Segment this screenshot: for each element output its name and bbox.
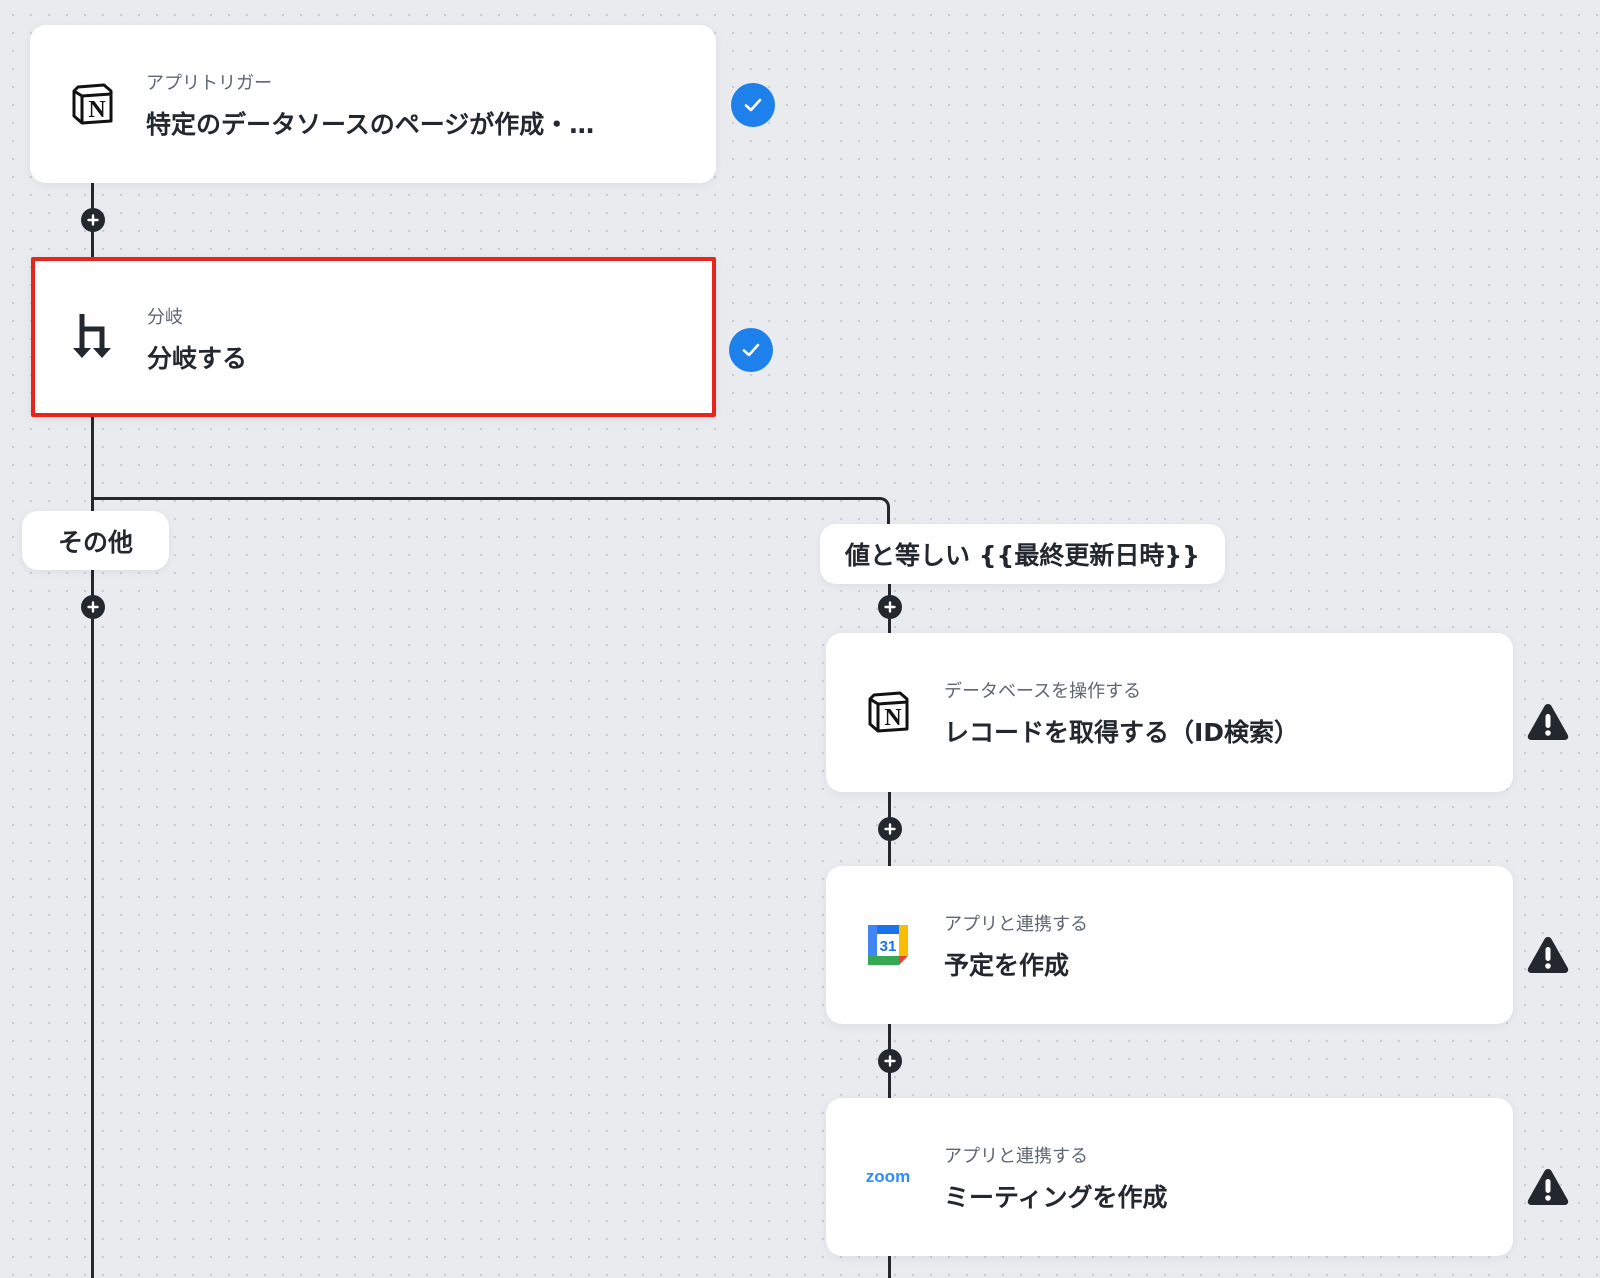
step-title: 予定を作成	[944, 951, 1070, 980]
connector-line	[888, 1254, 891, 1278]
add-step-button[interactable]	[878, 817, 902, 841]
trigger-complete-check	[731, 83, 775, 127]
branch-label-other[interactable]: その他	[22, 511, 169, 570]
step-title: レコードを取得する（ID検索）	[944, 718, 1300, 747]
add-step-button[interactable]	[878, 595, 902, 619]
add-step-button[interactable]	[81, 208, 105, 232]
add-step-button[interactable]	[81, 595, 105, 619]
step-title: ミーティングを作成	[944, 1183, 1168, 1212]
notion-icon: N	[860, 684, 916, 740]
google-calendar-icon: 31	[860, 917, 916, 973]
step-subtitle: アプリと連携する	[944, 1146, 1088, 1167]
zoom-icon: zoom	[860, 1149, 916, 1205]
calendar-icon-date: 31	[880, 938, 897, 955]
branch-icon	[66, 308, 122, 364]
step-card-create-event[interactable]: 31 アプリと連携する 予定を作成	[826, 866, 1513, 1024]
step-subtitle: データベースを操作する	[944, 681, 1142, 702]
branch-connector	[92, 497, 890, 527]
plus-icon	[884, 1055, 896, 1067]
trigger-title: 特定のデータソースのページが作成・…	[146, 110, 595, 139]
plus-icon	[87, 214, 99, 226]
branch-subtitle: 分岐	[147, 307, 183, 328]
step-subtitle: アプリと連携する	[944, 914, 1088, 935]
plus-icon	[884, 823, 896, 835]
warning-icon	[1527, 1169, 1569, 1205]
branch-step-card[interactable]: 分岐 分岐する	[31, 257, 716, 417]
check-icon	[742, 343, 760, 357]
warning-icon	[1527, 704, 1569, 740]
step-card-get-record[interactable]: N データベースを操作する レコードを取得する（ID検索）	[826, 633, 1513, 792]
branch-label-condition[interactable]: 値と等しい {{最終更新日時}}	[820, 524, 1225, 584]
check-icon	[744, 98, 762, 112]
warning-icon	[1527, 937, 1569, 973]
branch-title: 分岐する	[147, 344, 248, 373]
svg-text:N: N	[884, 705, 902, 731]
plus-icon	[884, 601, 896, 613]
svg-text:N: N	[88, 97, 106, 123]
workflow-canvas: N アプリトリガー 特定のデータソースのページが作成・… 分岐 分岐する その他…	[0, 0, 1600, 1278]
trigger-step-card[interactable]: N アプリトリガー 特定のデータソースのページが作成・…	[30, 25, 716, 183]
plus-icon	[87, 601, 99, 613]
branch-complete-check	[729, 328, 773, 372]
step-card-create-meeting[interactable]: zoom アプリと連携する ミーティングを作成	[826, 1098, 1513, 1256]
trigger-subtitle: アプリトリガー	[146, 73, 272, 94]
notion-icon: N	[64, 76, 120, 132]
add-step-button[interactable]	[878, 1049, 902, 1073]
zoom-logo-text: zoom	[865, 1167, 911, 1186]
